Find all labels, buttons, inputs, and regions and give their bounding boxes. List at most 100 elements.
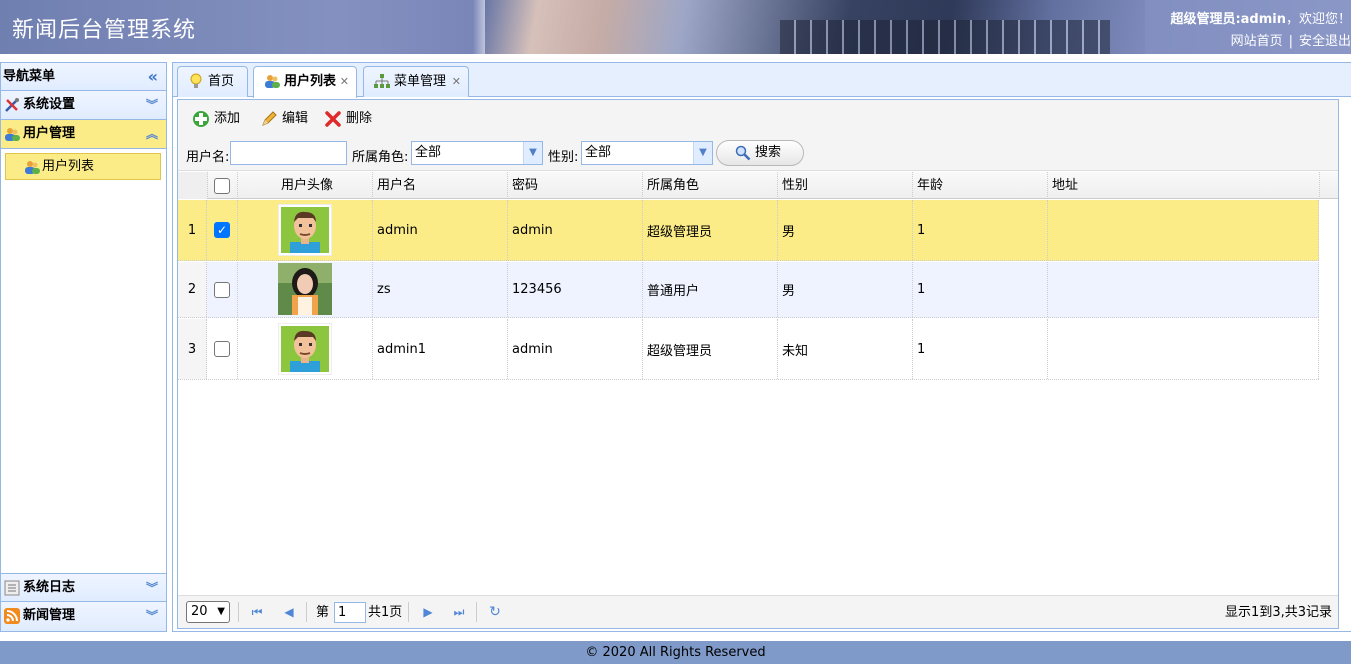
accordion-body-user-management: 用户列表: [1, 149, 166, 585]
pencil-icon: [262, 111, 277, 126]
table-row[interactable]: 2 zs 123456 普通用户 男 1: [178, 262, 1319, 318]
accordion-label: 系统设置: [23, 97, 76, 112]
avatar: [278, 263, 332, 315]
chevron-down-icon[interactable]: ︾: [146, 574, 158, 602]
role-filter-value: 全部: [415, 145, 442, 160]
sidebar: 导航菜单 « 系统设置 ︾ 用户管理 ︽ 用户列表 系统日志 ︾ 新闻管理 ︾: [0, 62, 167, 632]
link-separator: |: [1288, 34, 1293, 49]
app-header: 新闻后台管理系统 超级管理员:admin，欢迎您！ 网站首页 | 安全退出: [0, 0, 1351, 54]
home-link[interactable]: 网站首页: [1231, 34, 1283, 49]
first-page-icon[interactable]: ⏮: [250, 605, 264, 619]
role-filter-select[interactable]: 全部 ▼: [411, 141, 543, 165]
edit-button[interactable]: 编辑: [260, 109, 308, 129]
prev-page-icon[interactable]: ◀: [282, 605, 296, 619]
accordion-label: 系统日志: [23, 580, 76, 595]
close-icon[interactable]: ✕: [340, 67, 349, 96]
gender-cell: 男: [778, 200, 913, 260]
username-cell: admin1: [373, 319, 508, 379]
column-header[interactable]: 性别: [778, 172, 913, 199]
tab-label: 首页: [208, 74, 235, 89]
delete-icon: [325, 111, 341, 127]
toolbar: 添加 编辑 删除: [178, 100, 1338, 137]
current-user: 超级管理员:admin: [1170, 12, 1286, 27]
main-tabs-panel: 首页 用户列表 ✕ 菜单管理 ✕ 添加 编辑 删除 用户名: 所属角色: 全部 …: [172, 62, 1351, 632]
table-header: 用户头像 用户名 密码 所属角色 性别 年龄 地址: [178, 172, 1338, 199]
sidebar-item-label: 用户列表: [42, 159, 95, 174]
sidebar-title: 导航菜单 «: [1, 63, 166, 91]
age-cell: 1: [913, 262, 1048, 317]
page-prefix: 第: [316, 605, 330, 620]
page-size-select[interactable]: 20 ▼: [186, 601, 230, 623]
username-filter-label: 用户名:: [186, 150, 230, 165]
record-summary: 显示1到3,共3记录: [1225, 605, 1332, 620]
page-number-input[interactable]: 1: [334, 602, 366, 623]
tab-user-list[interactable]: 用户列表 ✕: [253, 66, 357, 98]
row-number: 2: [178, 262, 207, 317]
password-cell: 123456: [508, 262, 643, 317]
avatar-cell: [238, 262, 373, 317]
age-cell: 1: [913, 319, 1048, 379]
table-row[interactable]: 3 admin1 admin 超级管理员 未知 1: [178, 319, 1319, 380]
users-icon: [5, 128, 20, 141]
logout-link[interactable]: 安全退出: [1299, 34, 1351, 49]
close-icon[interactable]: ✕: [452, 67, 461, 96]
row-checkbox[interactable]: [214, 341, 230, 357]
avatar: [278, 323, 332, 375]
accordion-user-management[interactable]: 用户管理 ︽: [1, 120, 166, 149]
accordion-label: 用户管理: [23, 126, 76, 141]
last-page-icon[interactable]: ⏭: [452, 605, 466, 619]
row-checkbox[interactable]: ✓: [214, 222, 230, 238]
next-page-icon[interactable]: ▶: [421, 605, 435, 619]
search-button[interactable]: 搜索: [716, 140, 804, 166]
chevron-down-icon[interactable]: ︾: [146, 91, 158, 119]
tab-label: 菜单管理: [394, 74, 447, 89]
username-filter-input[interactable]: [230, 141, 347, 165]
password-cell: admin: [508, 200, 643, 260]
tab-home[interactable]: 首页: [177, 66, 248, 97]
user-table: 用户头像 用户名 密码 所属角色 性别 年龄 地址 1 ✓ admin admi…: [178, 172, 1338, 596]
welcome-message: 超级管理员:admin，欢迎您！: [1170, 8, 1351, 27]
select-all-checkbox[interactable]: [214, 177, 230, 194]
accordion-system-log[interactable]: 系统日志 ︾: [1, 573, 166, 602]
chevron-down-icon[interactable]: ︾: [146, 602, 158, 630]
gender-filter-value: 全部: [585, 145, 612, 160]
sidebar-item-user-list[interactable]: 用户列表: [5, 153, 161, 180]
chevron-down-icon[interactable]: ▼: [693, 142, 712, 164]
table-row[interactable]: 1 ✓ admin admin 超级管理员 男 1: [178, 200, 1319, 261]
refresh-icon[interactable]: ↻: [488, 605, 502, 619]
welcome-text: ，欢迎您！: [1285, 12, 1351, 27]
gender-cell: 男: [778, 262, 913, 317]
column-header[interactable]: 年龄: [913, 172, 1048, 199]
accordion-system-settings[interactable]: 系统设置 ︾: [1, 91, 166, 120]
chevron-up-icon[interactable]: ︽: [146, 120, 158, 148]
add-button[interactable]: 添加: [192, 109, 240, 129]
address-cell: [1048, 262, 1319, 317]
select-all-cell: [208, 172, 238, 199]
accordion-label: 新闻管理: [23, 608, 76, 623]
page-size-value: 20: [191, 604, 208, 619]
collapse-sidebar-icon[interactable]: «: [148, 63, 158, 91]
column-header[interactable]: 用户头像: [238, 172, 373, 199]
lightbulb-icon: [190, 73, 202, 88]
role-cell: 超级管理员: [643, 319, 778, 379]
column-header[interactable]: 密码: [508, 172, 643, 199]
gender-filter-label: 性别:: [548, 150, 579, 165]
chevron-down-icon: ▼: [217, 606, 225, 617]
age-cell: 1: [913, 200, 1048, 260]
chevron-down-icon[interactable]: ▼: [523, 142, 542, 164]
row-checkbox[interactable]: [214, 281, 230, 298]
delete-button[interactable]: 删除: [324, 109, 372, 129]
log-icon: [4, 580, 20, 596]
address-cell: [1048, 200, 1319, 260]
column-header[interactable]: 地址: [1048, 172, 1320, 199]
edit-button-label: 编辑: [282, 111, 309, 126]
accordion-news-management[interactable]: 新闻管理 ︾: [1, 602, 166, 631]
tab-menu-management[interactable]: 菜单管理 ✕: [363, 66, 469, 97]
search-icon: [735, 145, 751, 161]
role-filter-label: 所属角色:: [352, 150, 409, 165]
rss-icon: [4, 608, 20, 624]
column-header[interactable]: 所属角色: [643, 172, 778, 199]
column-header[interactable]: 用户名: [373, 172, 508, 199]
gender-filter-select[interactable]: 全部 ▼: [581, 141, 713, 165]
role-cell: 超级管理员: [643, 200, 778, 260]
